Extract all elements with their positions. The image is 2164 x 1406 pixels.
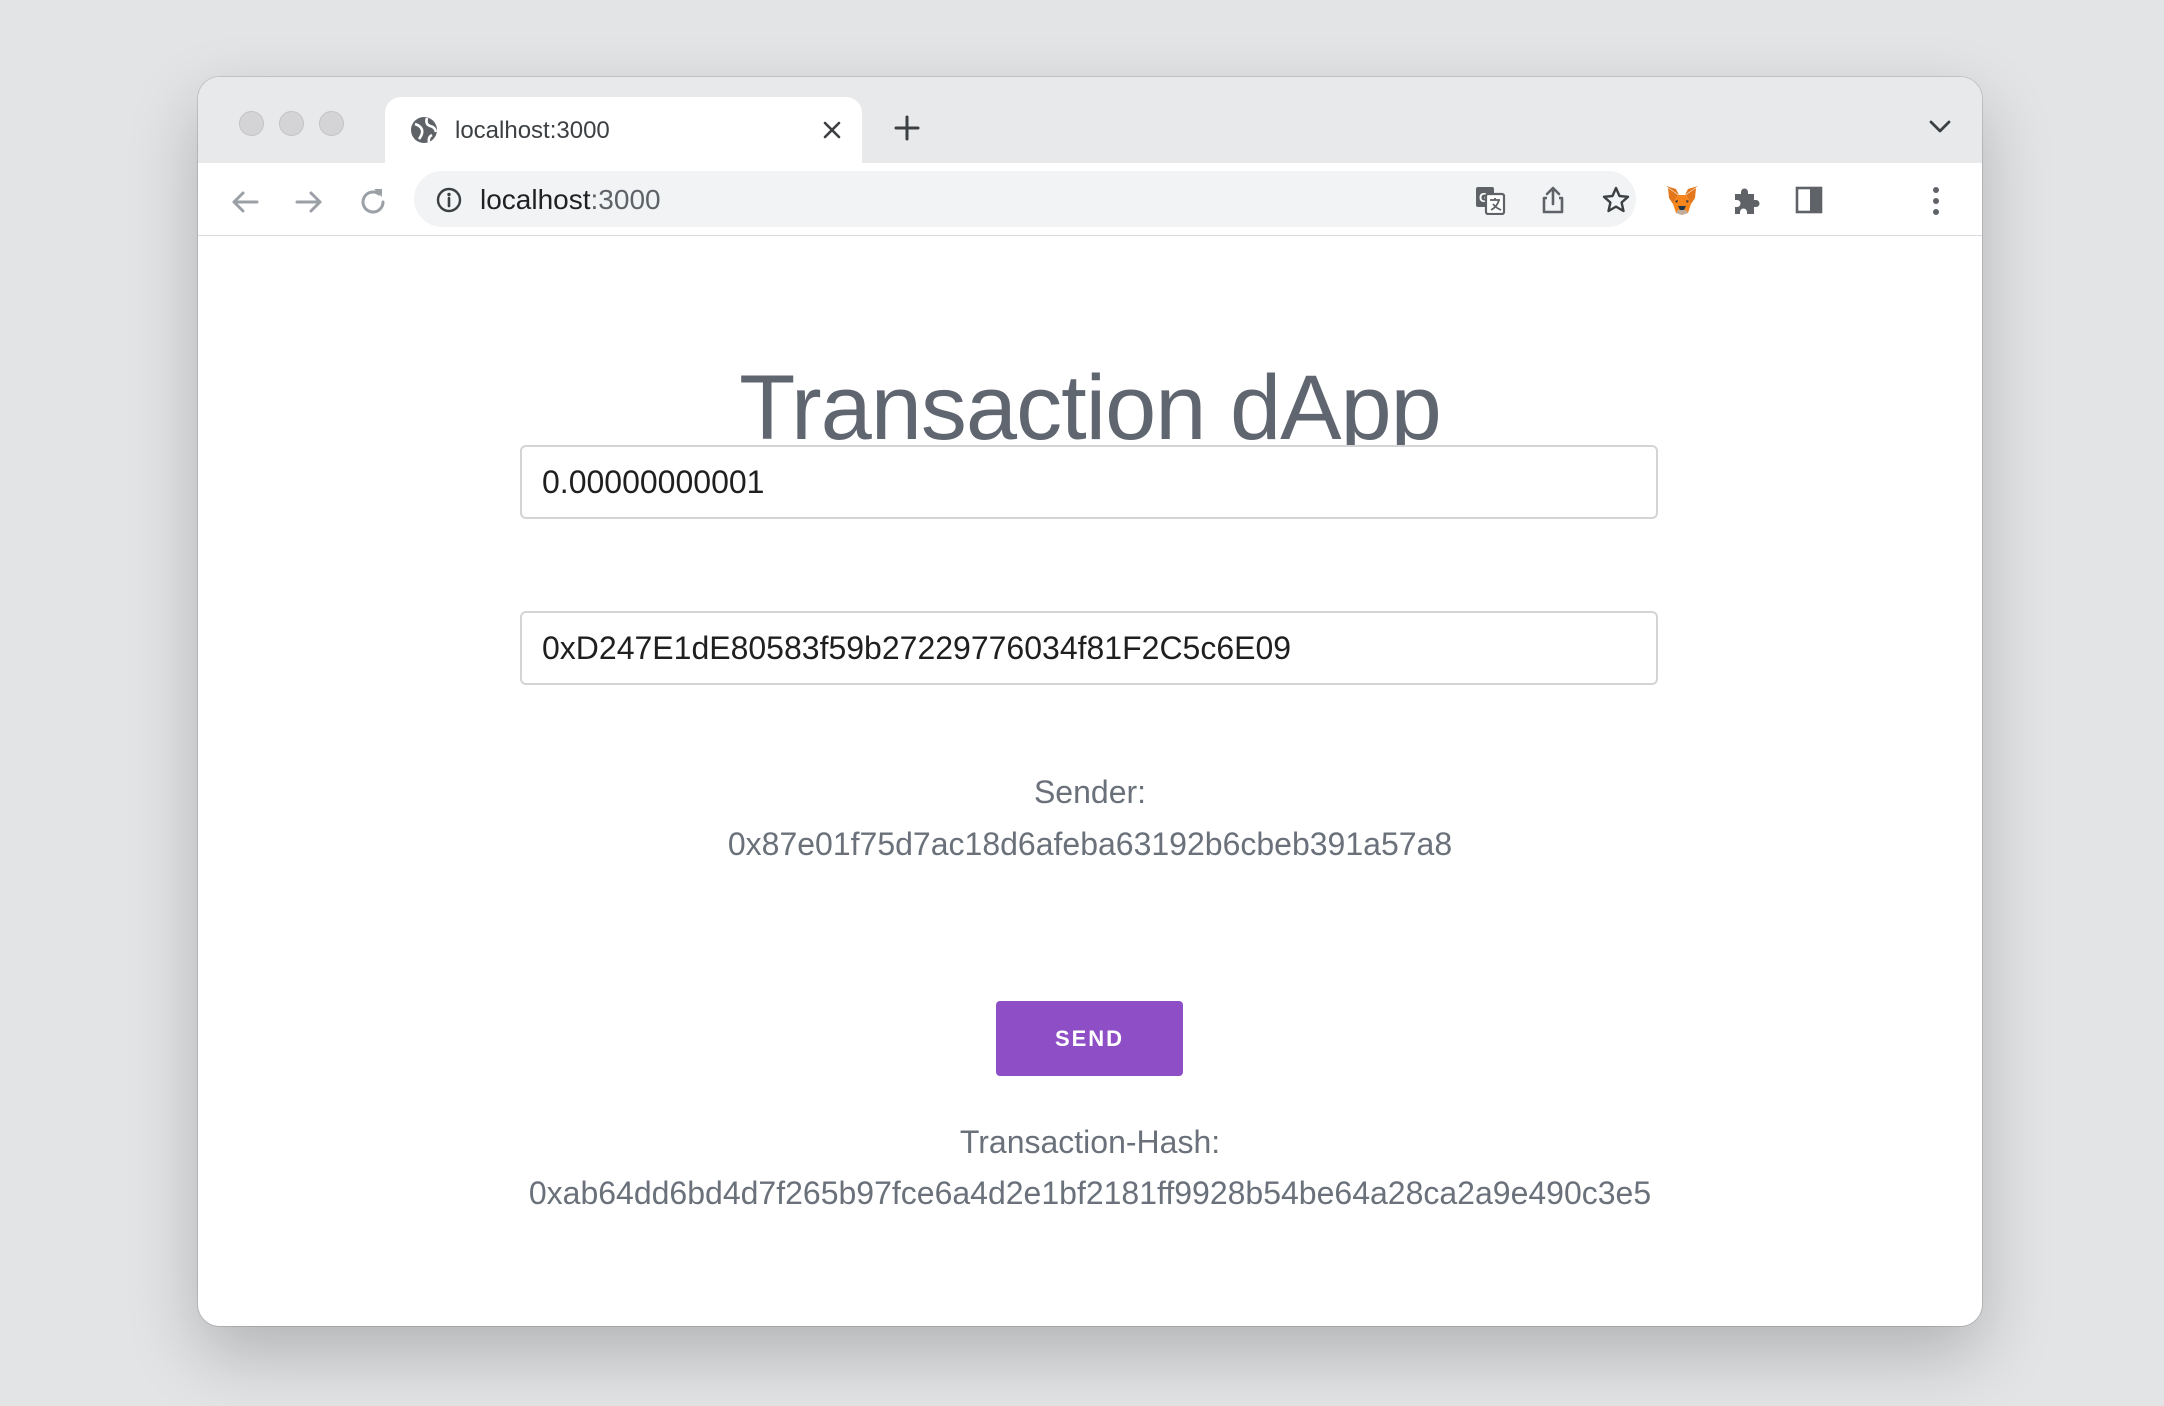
amount-input[interactable]: [520, 445, 1658, 519]
close-icon[interactable]: [821, 119, 843, 146]
reload-icon[interactable]: [356, 185, 390, 224]
forward-arrow-icon[interactable]: [292, 185, 326, 224]
url-host: localhost: [480, 184, 591, 215]
tab-title: localhost:3000: [455, 117, 610, 144]
sender-address: 0x87e01f75d7ac18d6afeba63192b6cbeb391a57…: [727, 826, 1453, 862]
share-icon[interactable]: [1538, 185, 1568, 220]
zoom-window-button[interactable]: [319, 111, 344, 136]
sender-label: Sender:: [1033, 774, 1147, 810]
back-arrow-icon[interactable]: [228, 185, 262, 224]
transaction-hash-value: 0xab64dd6bd4d7f265b97fce6a4d2e1bf2181ff9…: [528, 1175, 1652, 1211]
chevron-down-icon[interactable]: [1928, 119, 1952, 140]
browser-window: localhost:3000 localhost:3000 G Transact…: [198, 77, 1982, 1326]
globe-icon: [409, 115, 439, 150]
kebab-menu-icon[interactable]: [1930, 184, 1942, 223]
minimize-window-button[interactable]: [279, 111, 304, 136]
url-port: :3000: [590, 184, 661, 215]
metamask-fox-icon[interactable]: [1664, 184, 1700, 223]
url-text: localhost:3000: [480, 184, 661, 216]
recipient-input[interactable]: [520, 611, 1658, 685]
send-button[interactable]: SEND: [996, 1001, 1183, 1076]
tab-strip: localhost:3000: [198, 77, 1982, 163]
page-content: Transaction dApp Amount in ETH: Recipien…: [198, 236, 1982, 1326]
side-panel-icon[interactable]: [1793, 184, 1825, 221]
info-icon[interactable]: [436, 187, 462, 218]
address-bar[interactable]: localhost:3000 G: [414, 171, 1636, 227]
close-window-button[interactable]: [239, 111, 264, 136]
translate-icon[interactable]: G: [1474, 185, 1506, 220]
plus-icon[interactable]: [892, 113, 922, 148]
tab-localhost[interactable]: localhost:3000: [385, 97, 862, 163]
puzzle-extension-icon[interactable]: [1729, 184, 1763, 223]
star-icon[interactable]: [1600, 185, 1632, 220]
transaction-hash-label: Transaction-Hash:: [959, 1124, 1221, 1160]
